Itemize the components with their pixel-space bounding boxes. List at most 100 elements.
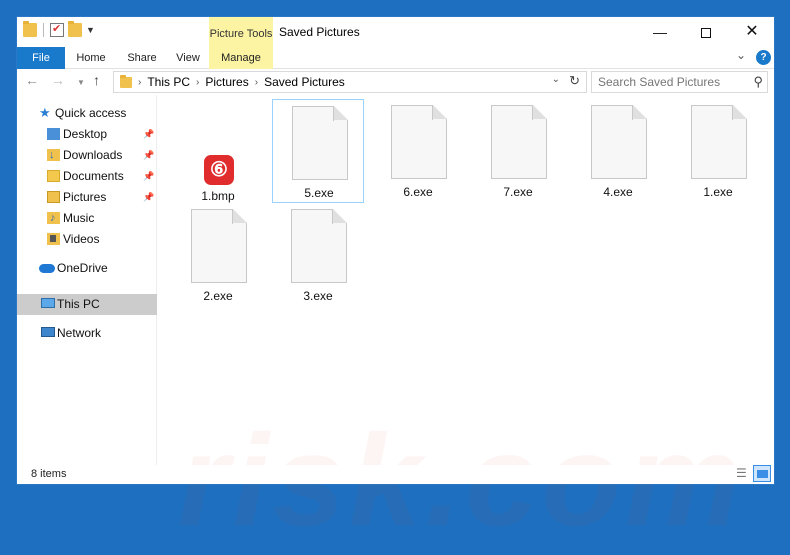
customize-toolbar-chevron-icon[interactable]: ▼ <box>86 25 95 35</box>
nav-item-label: OneDrive <box>57 261 108 275</box>
breadcrumb-separator-icon[interactable]: › <box>196 77 199 88</box>
maximize-button[interactable] <box>683 17 729 47</box>
file-item[interactable]: 3.exe <box>272 203 364 307</box>
blank-file-icon <box>691 105 747 179</box>
file-item[interactable]: ⑥ 1.bmp <box>172 103 264 207</box>
blank-file-icon <box>591 105 647 179</box>
pin-icon[interactable]: 📌 <box>143 187 154 208</box>
file-name: 2.exe <box>203 289 233 303</box>
search-icon[interactable]: ⚲ <box>753 72 763 92</box>
downloads-folder-icon <box>47 145 60 166</box>
nav-item-quick-access[interactable]: ★ Quick access <box>17 103 157 124</box>
computer-icon <box>41 298 55 308</box>
onedrive-cloud-icon <box>39 264 55 273</box>
tab-view[interactable]: View <box>171 47 205 69</box>
nav-item-label: Pictures <box>63 190 107 204</box>
nav-item-label: Desktop <box>63 127 108 141</box>
file-item[interactable]: 4.exe <box>572 99 664 203</box>
close-icon: ✕ <box>745 23 759 40</box>
nav-item-label: Network <box>57 326 102 340</box>
new-folder-icon[interactable] <box>68 21 82 37</box>
breadcrumb-separator-icon[interactable]: › <box>138 77 141 88</box>
pin-icon[interactable]: 📌 <box>143 166 154 187</box>
nav-item-music[interactable]: Music <box>17 208 157 229</box>
minimize-icon: — <box>653 24 667 40</box>
address-bar[interactable]: › This PC › Pictures › Saved Pictures ⌄ … <box>113 71 587 93</box>
folder-icon <box>23 21 37 37</box>
divider <box>43 23 44 37</box>
file-name: 7.exe <box>503 185 533 199</box>
recent-locations-chevron-icon[interactable]: ▼ <box>77 78 85 87</box>
music-folder-icon <box>47 208 60 229</box>
file-name: 1.exe <box>703 185 733 199</box>
item-count: 8 items <box>31 468 67 480</box>
title-bar: ▼ Picture Tools Saved Pictures — ✕ <box>17 17 774 47</box>
pin-icon[interactable]: 📌 <box>143 145 154 166</box>
nav-item-label: Quick access <box>55 106 127 120</box>
file-name: 6.exe <box>403 185 433 199</box>
address-toolbar: ← → ▼ ↑ › This PC › Pictures › Saved Pic… <box>17 69 774 95</box>
nav-item-desktop[interactable]: Desktop 📌 <box>17 124 157 145</box>
tab-manage[interactable]: Manage <box>209 47 273 69</box>
back-arrow-icon[interactable]: ← <box>25 72 39 88</box>
search-box[interactable]: ⚲ <box>591 71 768 93</box>
breadcrumb-pictures[interactable]: Pictures <box>205 75 248 89</box>
window-title: Saved Pictures <box>279 25 360 39</box>
details-view-icon[interactable] <box>733 465 751 482</box>
expand-ribbon-chevron-icon[interactable]: ⌄ <box>736 48 746 62</box>
tab-share[interactable]: Share <box>121 47 163 69</box>
search-input[interactable] <box>598 75 748 89</box>
blank-file-icon <box>291 209 347 283</box>
nav-item-label: Documents <box>63 169 124 183</box>
forward-arrow-icon[interactable]: → <box>51 72 65 88</box>
nav-item-label: Music <box>63 211 95 225</box>
file-name: 4.exe <box>603 185 633 199</box>
desktop-folder-icon <box>47 128 60 140</box>
nav-item-onedrive[interactable]: OneDrive <box>17 258 157 279</box>
status-bar: 8 items <box>17 465 774 484</box>
nav-item-downloads[interactable]: Downloads 📌 <box>17 145 157 166</box>
file-item[interactable]: 2.exe <box>172 203 264 307</box>
breadcrumb-this-pc[interactable]: This PC <box>147 75 190 89</box>
properties-icon[interactable] <box>50 22 64 37</box>
maximize-icon <box>701 28 711 39</box>
star-icon: ★ <box>39 105 51 120</box>
navigation-pane: ★ Quick access Desktop 📌 Downloads 📌 Doc… <box>17 95 157 465</box>
refresh-icon[interactable]: ↻ <box>569 73 580 89</box>
blank-file-icon <box>391 105 447 179</box>
breadcrumb-saved-pictures[interactable]: Saved Pictures <box>264 75 345 89</box>
blank-file-icon <box>292 106 348 180</box>
pictures-folder-icon <box>47 191 60 203</box>
pin-icon[interactable]: 📌 <box>143 124 154 145</box>
tab-home[interactable]: Home <box>71 47 111 69</box>
nav-item-videos[interactable]: Videos <box>17 229 157 250</box>
file-name: 3.exe <box>303 289 333 303</box>
nav-item-pictures[interactable]: Pictures 📌 <box>17 187 157 208</box>
nav-item-this-pc[interactable]: This PC <box>17 294 157 315</box>
file-view: risk.com ⑥ 1.bmp 5.exe 6.exe 7.exe 4.exe… <box>158 95 774 553</box>
quick-access-toolbar: ▼ <box>23 21 95 37</box>
up-arrow-icon[interactable]: ↑ <box>93 72 100 88</box>
file-item[interactable]: 1.exe <box>672 99 764 203</box>
address-dropdown-chevron-icon[interactable]: ⌄ <box>552 74 560 85</box>
network-icon <box>41 327 55 337</box>
picture-tools-label: Picture Tools <box>209 17 273 47</box>
app-icon: ⑥ <box>204 155 234 185</box>
nav-item-label: Videos <box>63 232 100 246</box>
file-item-selected[interactable]: 5.exe <box>272 99 364 203</box>
breadcrumb-separator-icon[interactable]: › <box>255 77 258 88</box>
explorer-window: ▼ Picture Tools Saved Pictures — ✕ File … <box>16 16 775 553</box>
nav-item-documents[interactable]: Documents 📌 <box>17 166 157 187</box>
nav-item-label: Downloads <box>63 148 123 162</box>
file-item[interactable]: 6.exe <box>372 99 464 203</box>
blank-file-icon <box>191 209 247 283</box>
file-item[interactable]: 7.exe <box>472 99 564 203</box>
close-button[interactable]: ✕ <box>729 17 775 47</box>
nav-item-network[interactable]: Network <box>17 323 157 344</box>
minimize-button[interactable]: — <box>637 17 683 47</box>
help-icon[interactable]: ? <box>756 50 771 65</box>
blank-file-icon <box>491 105 547 179</box>
large-icons-view-icon[interactable] <box>753 465 771 482</box>
documents-folder-icon <box>47 170 60 182</box>
folder-icon <box>120 74 132 88</box>
